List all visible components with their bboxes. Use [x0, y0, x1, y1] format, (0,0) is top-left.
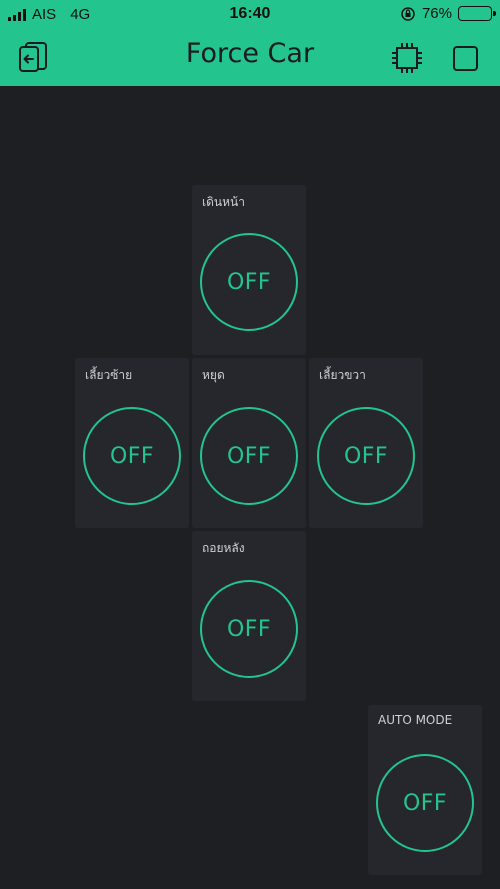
backward-label: ถอยหลัง [202, 541, 245, 555]
right-button[interactable]: OFF [317, 407, 415, 505]
backward-widget: ถอยหลัง OFF [192, 531, 306, 701]
app-header: Force Car [0, 28, 500, 86]
battery-percent: 76% [421, 5, 452, 22]
backward-button[interactable]: OFF [200, 580, 298, 678]
status-bar: AIS 4G 16:40 76% [0, 0, 500, 28]
stop-label: หยุด [202, 368, 225, 382]
status-right: 76% [400, 5, 496, 22]
left-button[interactable]: OFF [83, 407, 181, 505]
right-label: เลี้ยวขวา [319, 368, 366, 382]
auto-mode-button[interactable]: OFF [376, 754, 474, 852]
stop-button[interactable]: OFF [200, 407, 298, 505]
left-label: เลี้ยวซ้าย [85, 368, 133, 382]
stop-widget: หยุด OFF [192, 358, 306, 528]
battery-icon [458, 6, 496, 21]
stop-square-icon[interactable] [452, 45, 480, 73]
chip-icon[interactable] [390, 41, 424, 75]
forward-label: เดินหน้า [202, 195, 245, 209]
forward-widget: เดินหน้า OFF [192, 185, 306, 355]
left-widget: เลี้ยวซ้าย OFF [75, 358, 189, 528]
auto-mode-label: AUTO MODE [378, 713, 453, 727]
auto-mode-widget: AUTO MODE OFF [368, 705, 482, 875]
right-widget: เลี้ยวขวา OFF [309, 358, 423, 528]
page-title: Force Car [185, 38, 315, 69]
forward-button[interactable]: OFF [200, 233, 298, 331]
orientation-lock-icon [401, 6, 415, 21]
